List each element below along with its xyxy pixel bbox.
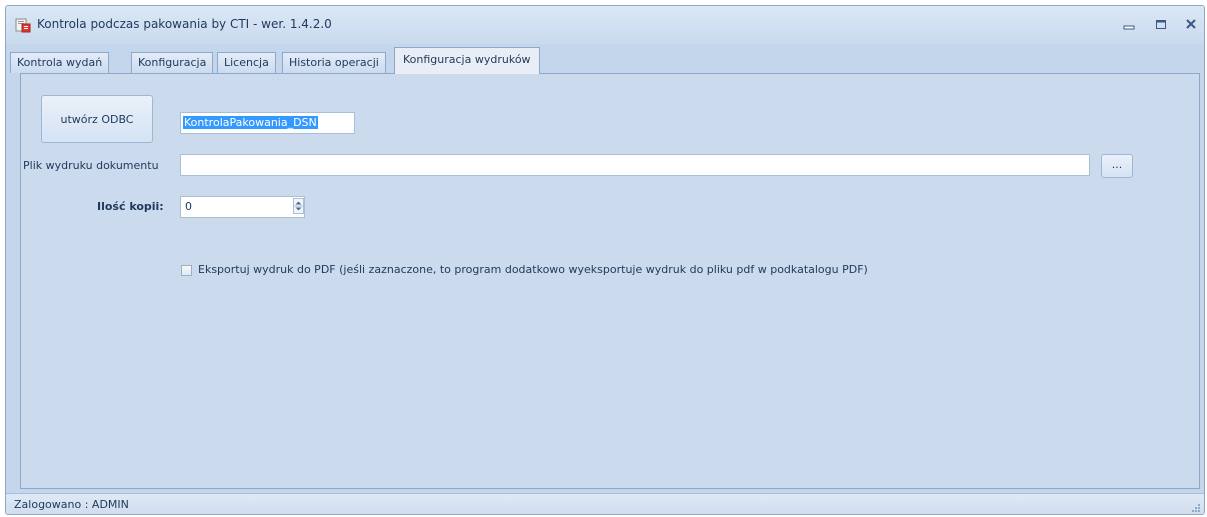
tab-strip: Kontrola wydań Konfiguracja Licencja His… (10, 47, 1198, 74)
maximize-icon[interactable] (1151, 16, 1171, 34)
tab-konfiguracja[interactable]: Konfiguracja (131, 52, 214, 73)
copies-input[interactable]: 0 (180, 196, 305, 218)
browse-file-button[interactable]: ... (1101, 154, 1133, 178)
tab-konfiguracja-wydrukow[interactable]: Konfiguracja wydruków (394, 47, 540, 74)
status-bar: Zalogowano : ADMIN (6, 493, 1204, 514)
export-pdf-checkbox[interactable] (181, 265, 192, 276)
tab-historia-operacji[interactable]: Historia operacji (282, 52, 386, 73)
spin-up-down-icon[interactable] (293, 198, 304, 214)
window-title: Kontrola podczas pakowania by CTI - wer.… (37, 17, 332, 31)
title-bar[interactable]: Kontrola podczas pakowania by CTI - wer.… (6, 6, 1204, 44)
app-document-icon (15, 17, 31, 33)
print-file-input[interactable] (180, 154, 1090, 176)
tab-licencja[interactable]: Licencja (217, 52, 276, 73)
copies-label: Ilość kopii: (97, 200, 164, 213)
print-file-label: Plik wydruku dokumentu (23, 159, 159, 172)
dsn-name-input[interactable]: KontrolaPakowania_DSN (180, 112, 355, 134)
dsn-name-value: KontrolaPakowania_DSN (183, 116, 318, 129)
export-pdf-label[interactable]: Eksportuj wydruk do PDF (jeśli zaznaczon… (198, 263, 868, 276)
tab-kontrola-wydan[interactable]: Kontrola wydań (10, 52, 110, 73)
login-status: Zalogowano : ADMIN (14, 498, 129, 511)
app-window: Kontrola podczas pakowania by CTI - wer.… (5, 5, 1205, 515)
print-config-panel: utwórz ODBC KontrolaPakowania_DSN Plik w… (20, 73, 1200, 489)
minimize-icon[interactable] (1119, 16, 1139, 34)
resize-grip-icon[interactable] (1189, 501, 1201, 513)
create-odbc-button[interactable]: utwórz ODBC (41, 95, 153, 143)
close-icon[interactable] (1181, 16, 1201, 34)
